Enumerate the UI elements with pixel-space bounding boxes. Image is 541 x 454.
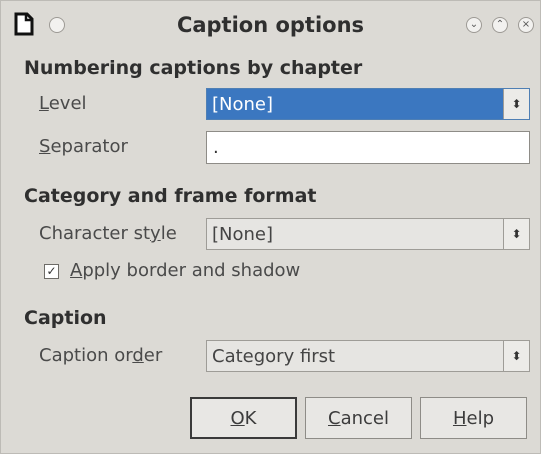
help-text: elp xyxy=(466,407,495,429)
window-title: Caption options xyxy=(176,13,365,37)
cancel-mnemonic: C xyxy=(328,407,341,429)
separator-label-text: eparator xyxy=(50,136,128,157)
caption-order-label-pre: Caption or xyxy=(39,345,133,366)
character-style-spin-icon[interactable]: ⬍ xyxy=(503,219,529,249)
numbering-heading: Numbering captions by chapter xyxy=(24,57,363,79)
separator-label-mnemonic: S xyxy=(39,136,51,157)
level-select-value: [None] xyxy=(207,89,503,119)
character-style-label: Character style xyxy=(39,223,177,244)
apply-border-checkbox[interactable]: ✓ xyxy=(44,264,59,279)
caption-order-label-post: er xyxy=(143,345,163,366)
character-style-select-value: [None] xyxy=(212,223,274,245)
character-style-label-mnemonic: y xyxy=(150,223,161,244)
help-button[interactable]: Help xyxy=(420,397,527,439)
caption-heading: Caption xyxy=(24,307,107,329)
character-style-label-pre: Character st xyxy=(39,223,151,244)
ok-mnemonic: O xyxy=(230,407,245,429)
character-style-select[interactable]: [None] ⬍ xyxy=(206,218,530,250)
level-spin-icon[interactable]: ⬍ xyxy=(503,89,529,119)
caption-order-select[interactable]: Category first ⬍ xyxy=(206,340,530,372)
caption-order-select-value: Category first xyxy=(212,345,336,367)
caption-order-label: Caption order xyxy=(39,345,162,366)
caption-options-dialog: Caption options ⌄ ⌃ × Numbering captions… xyxy=(0,0,541,454)
cancel-text: ancel xyxy=(340,407,389,429)
help-mnemonic: H xyxy=(452,407,467,429)
close-icon[interactable]: × xyxy=(518,17,534,33)
apply-border-label[interactable]: Apply border and shadow xyxy=(70,260,300,281)
separator-input[interactable]: . xyxy=(206,131,530,164)
level-select[interactable]: [None] ⬍ xyxy=(206,88,530,120)
cancel-button[interactable]: Cancel xyxy=(305,397,412,439)
character-style-label-post: le xyxy=(160,223,177,244)
apply-border-mnemonic: A xyxy=(70,260,83,281)
caption-order-spin-icon[interactable]: ⬍ xyxy=(503,341,529,371)
apply-border-text: pply border and shadow xyxy=(82,260,301,281)
level-label-text: evel xyxy=(48,93,87,114)
ok-text: K xyxy=(244,407,257,429)
ok-button[interactable]: OK xyxy=(190,397,297,439)
category-heading: Category and frame format xyxy=(24,185,317,207)
level-label-mnemonic: L xyxy=(39,93,49,114)
level-label: Level xyxy=(39,93,87,114)
caption-order-label-mnemonic: d xyxy=(132,345,144,366)
separator-label: Separator xyxy=(39,136,128,157)
minimize-icon[interactable]: ⌄ xyxy=(466,17,482,33)
maximize-icon[interactable]: ⌃ xyxy=(492,17,508,33)
title-bar[interactable]: Caption options ⌄ ⌃ × xyxy=(1,1,540,49)
